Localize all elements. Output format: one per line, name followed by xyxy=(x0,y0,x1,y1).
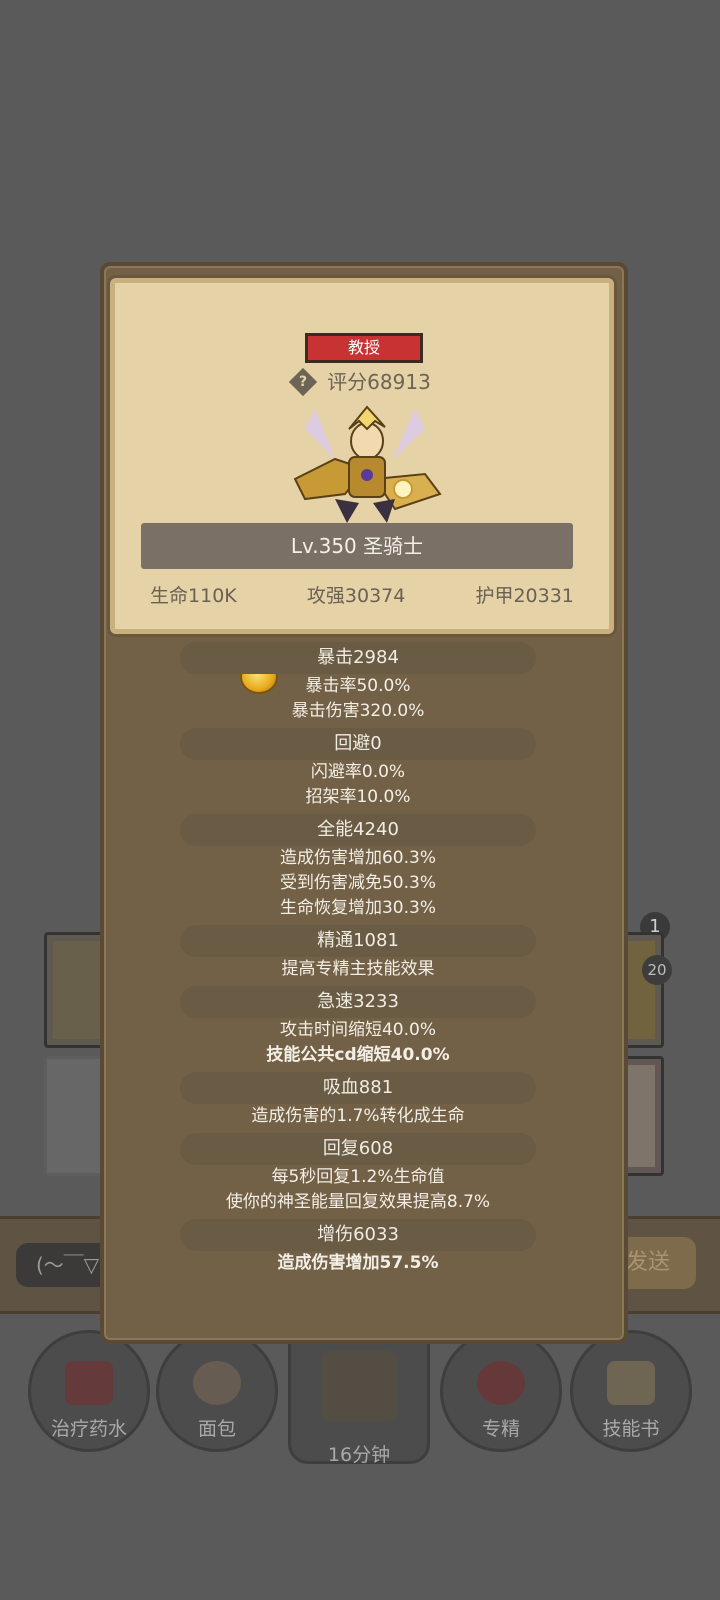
stat-heading: 回避0 xyxy=(180,728,536,760)
stat-group-leech: 吸血881 造成伤害的1.7%转化成生命 xyxy=(180,1072,536,1129)
stat-detail: 使你的神圣能量回复效果提高8.7% xyxy=(225,1192,491,1212)
stat-heading: 回复608 xyxy=(180,1133,536,1165)
stat-heading: 精通1081 xyxy=(180,925,536,957)
main-stats-row: 生命110K 攻强30374 护甲20331 xyxy=(115,581,609,611)
stat-detail: 造成伤害增加57.5% xyxy=(277,1253,439,1273)
specialization-button[interactable]: 专精 xyxy=(440,1330,562,1452)
bread-button[interactable]: 面包 xyxy=(156,1330,278,1452)
attack-stat: 攻强30374 xyxy=(306,585,406,607)
stat-detail: 每5秒回复1.2%生命值 xyxy=(271,1167,445,1187)
stat-heading: 暴击2984 xyxy=(180,642,536,674)
title-badge[interactable]: 教授 xyxy=(305,333,423,363)
skill-book-icon xyxy=(607,1361,655,1405)
stat-group-crit: 暴击2984 暴击率50.0% 暴击伤害320.0% xyxy=(180,642,536,724)
rating-row: ? 评分68913 xyxy=(115,367,609,397)
stat-detail: 暴击率50.0% xyxy=(305,676,411,696)
paladin-character-sprite xyxy=(293,405,442,523)
item-count-badge: 20 xyxy=(642,955,672,985)
armor-stat: 护甲20331 xyxy=(475,585,574,607)
stat-detail: 暴击伤害320.0% xyxy=(291,701,425,721)
skill-book-label: 技能书 xyxy=(602,1418,660,1440)
stat-heading: 吸血881 xyxy=(180,1072,536,1104)
stat-detail: 造成伤害的1.7%转化成生命 xyxy=(251,1106,465,1126)
stat-group-mastery: 精通1081 提高专精主技能效果 xyxy=(180,925,536,982)
stat-group-damage-bonus: 增伤6033 造成伤害增加57.5% xyxy=(180,1219,536,1276)
stat-detail: 技能公共cd缩短40.0% xyxy=(266,1045,450,1065)
potion-label: 治疗药水 xyxy=(50,1418,127,1440)
stat-group-versatility: 全能4240 造成伤害增加60.3% 受到伤害减免50.3% 生命恢复增加30.… xyxy=(180,814,536,921)
stat-detail: 招架率10.0% xyxy=(305,787,411,807)
stat-detail: 受到伤害减免50.3% xyxy=(279,873,436,893)
help-icon[interactable]: ? xyxy=(289,367,318,396)
level-class-bar: Lv.350 圣骑士 xyxy=(141,523,573,569)
specialization-icon xyxy=(477,1361,525,1405)
stat-heading: 急速3233 xyxy=(180,986,536,1018)
rating-value: 评分68913 xyxy=(327,370,431,394)
stat-detail: 攻击时间缩短40.0% xyxy=(279,1020,436,1040)
stat-heading: 全能4240 xyxy=(180,814,536,846)
bread-icon xyxy=(193,1361,241,1405)
specialization-label: 专精 xyxy=(481,1418,520,1440)
chest-timer-label: 16分钟 xyxy=(327,1444,391,1466)
stat-group-avoidance: 回避0 闪避率0.0% 招架率10.0% xyxy=(180,728,536,810)
stat-detail: 生命恢复增加30.3% xyxy=(279,898,436,918)
character-details-popup: 教授 ? 评分68913 Lv.350 圣骑士 生命110K 攻强30374 护甲… xyxy=(100,262,628,1344)
potion-icon xyxy=(65,1361,113,1405)
bread-label: 面包 xyxy=(197,1418,236,1440)
stat-detail: 造成伤害增加60.3% xyxy=(279,848,436,868)
chest-icon xyxy=(321,1351,397,1421)
stat-detail: 闪避率0.0% xyxy=(310,762,406,782)
stat-detail: 提高专精主技能效果 xyxy=(281,959,435,979)
stat-heading: 增伤6033 xyxy=(180,1219,536,1251)
stat-group-haste: 急速3233 攻击时间缩短40.0% 技能公共cd缩短40.0% xyxy=(180,986,536,1068)
hp-stat: 生命110K xyxy=(150,585,237,607)
character-card: 教授 ? 评分68913 Lv.350 圣骑士 生命110K 攻强30374 护甲… xyxy=(110,278,614,634)
secondary-stats-list: 暴击2984 暴击率50.0% 暴击伤害320.0% 回避0 闪避率0.0% 招… xyxy=(180,638,536,1276)
stat-group-regen: 回复608 每5秒回复1.2%生命值 使你的神圣能量回复效果提高8.7% xyxy=(180,1133,536,1215)
potion-button[interactable]: 治疗药水 xyxy=(28,1330,150,1452)
skill-book-button[interactable]: 技能书 xyxy=(570,1330,692,1452)
